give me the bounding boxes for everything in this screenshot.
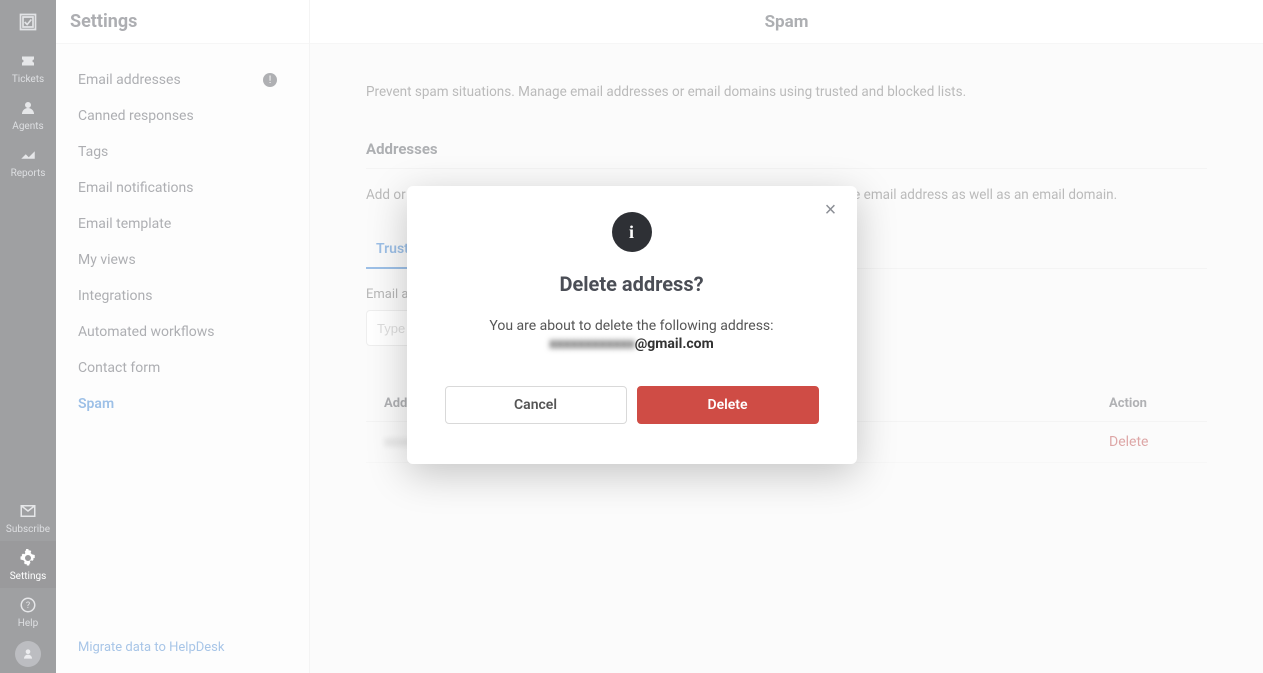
modal-address: xxxxxxxxxxxx@gmail.com — [445, 336, 819, 352]
app-root: Tickets Agents Reports Subscribe Setting… — [0, 0, 1263, 673]
info-icon: i — [612, 212, 652, 252]
modal-address-visible: @gmail.com — [635, 336, 714, 352]
delete-address-modal: × i Delete address? You are about to del… — [407, 186, 857, 464]
modal-title: Delete address? — [445, 272, 819, 296]
modal-message: You are about to delete the following ad… — [445, 318, 819, 334]
close-icon: × — [825, 199, 837, 221]
delete-button[interactable]: Delete — [637, 386, 819, 424]
modal-close-button[interactable]: × — [821, 200, 841, 220]
modal-button-row: Cancel Delete — [445, 386, 819, 424]
cancel-button[interactable]: Cancel — [445, 386, 627, 424]
modal-address-obscured: xxxxxxxxxxxx — [549, 336, 634, 352]
modal-overlay[interactable]: × i Delete address? You are about to del… — [0, 0, 1263, 673]
